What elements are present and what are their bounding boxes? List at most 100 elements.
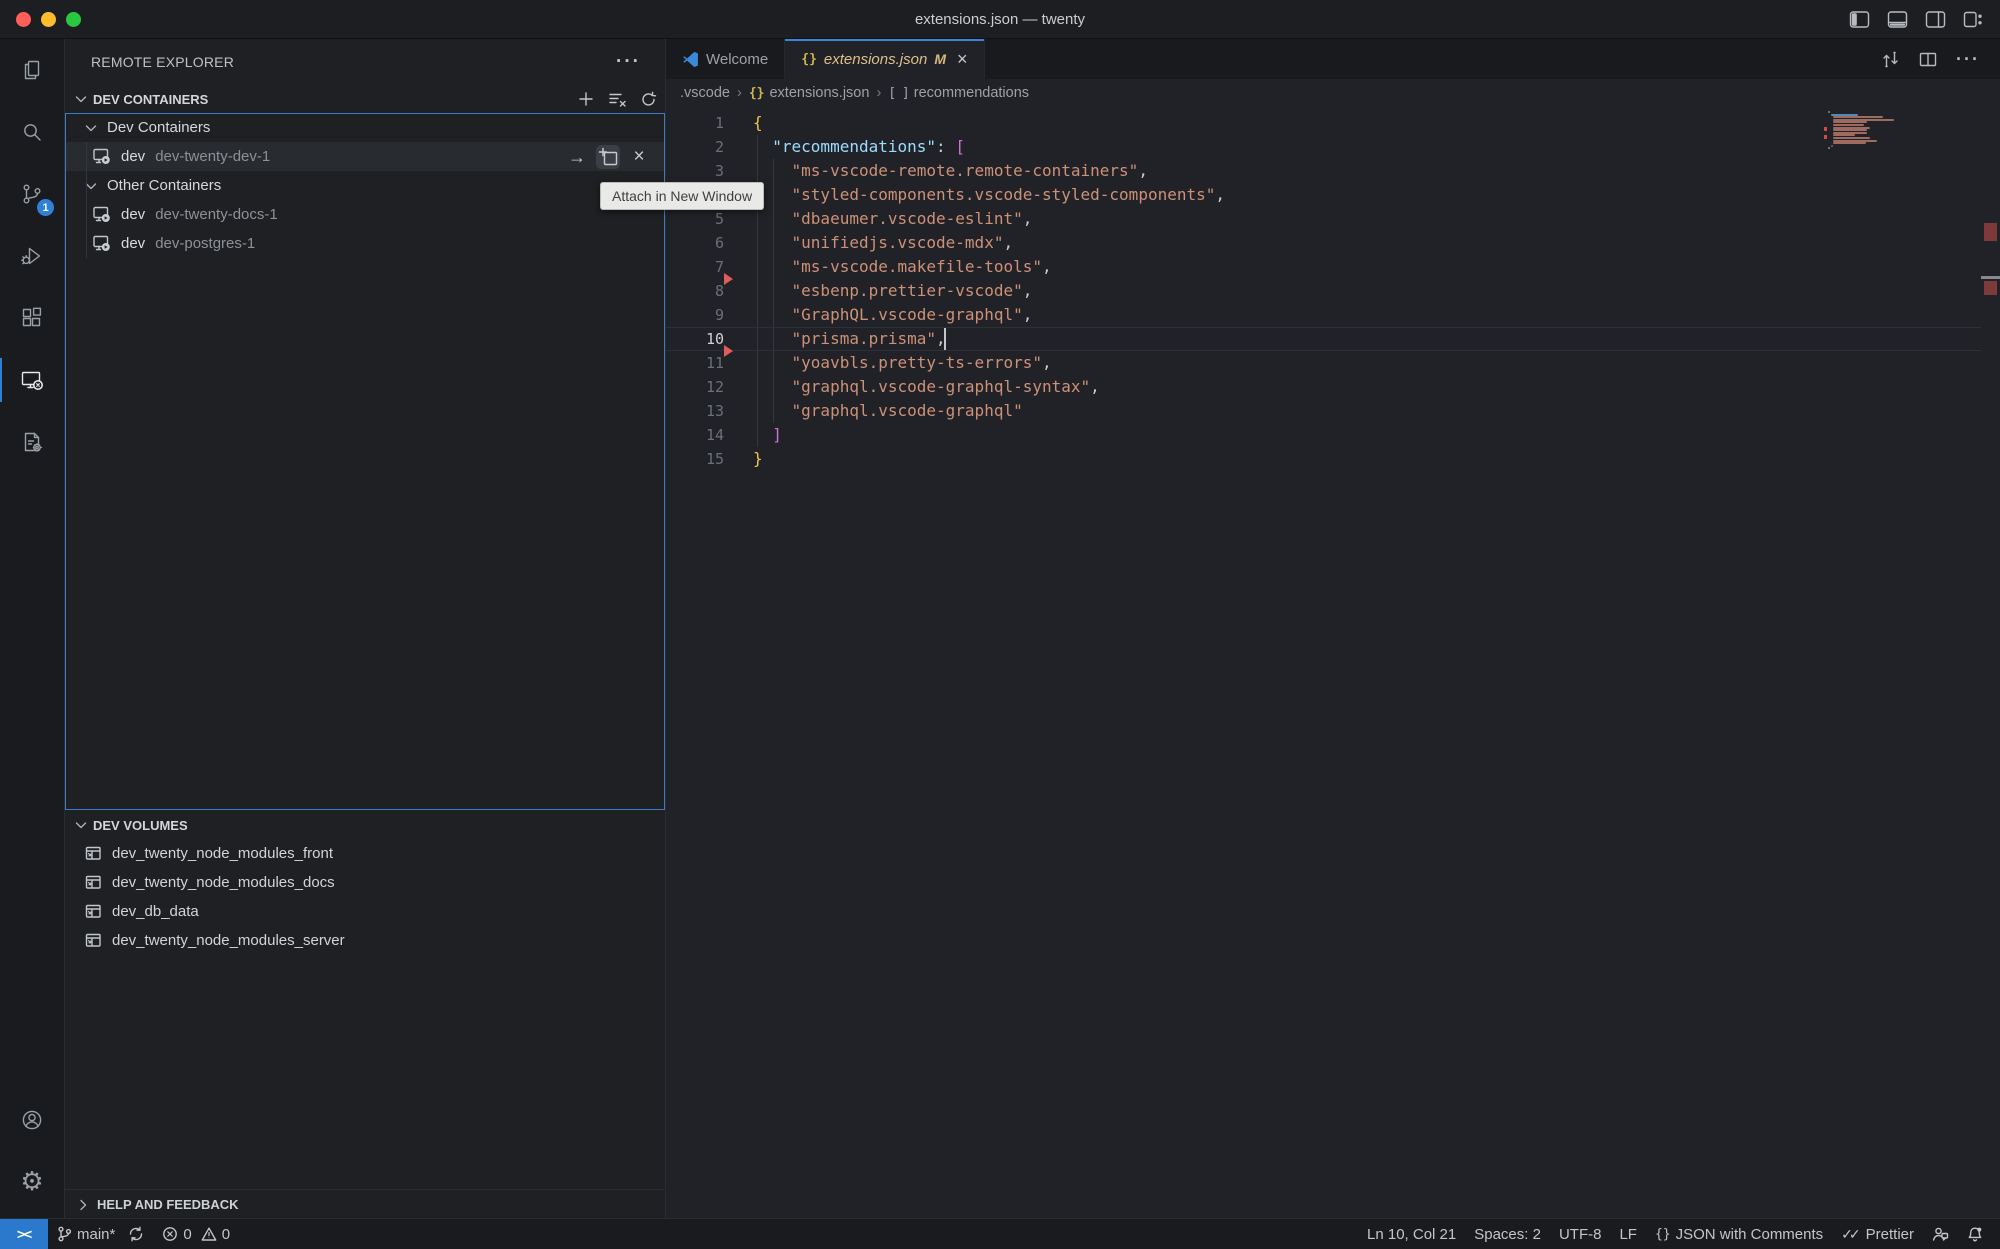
code-text: "graphql.vscode-graphql-syntax", xyxy=(753,375,1100,399)
status-encoding[interactable]: UTF-8 xyxy=(1550,1219,1611,1249)
container-name: dev xyxy=(121,235,145,252)
customize-layout-icon[interactable] xyxy=(1963,10,1984,29)
minimap-deleted-marker xyxy=(1824,135,1827,139)
error-icon xyxy=(162,1226,178,1242)
feedback-icon xyxy=(1932,1226,1949,1242)
toggle-panel-icon[interactable] xyxy=(1887,10,1908,29)
breadcrumb-item[interactable]: .vscode xyxy=(680,85,730,101)
activity-item-run-debug[interactable] xyxy=(0,225,64,287)
gear-icon: ⚙ xyxy=(20,1169,43,1195)
split-editor-icon[interactable] xyxy=(1919,51,1937,68)
line-number: 14 xyxy=(666,423,724,447)
refresh-icon[interactable] xyxy=(640,91,657,108)
breadcrumb-item[interactable]: {}extensions.json xyxy=(749,85,870,101)
volume-label: dev_twenty_node_modules_docs xyxy=(112,874,335,891)
container-description: dev-twenty-docs-1 xyxy=(155,206,278,223)
section-label: HELP AND FEEDBACK xyxy=(97,1197,239,1212)
status-label: Ln 10, Col 21 xyxy=(1367,1226,1456,1243)
gutter-marker-zone xyxy=(724,207,753,231)
volume-item-dev_twenty_node_modules_docs[interactable]: dev_twenty_node_modules_docs xyxy=(65,868,665,897)
activity-item-extensions[interactable] xyxy=(0,287,64,349)
tab-extensions-json[interactable]: {}extensions.jsonM× xyxy=(785,39,984,79)
activity-item-explorer[interactable] xyxy=(0,39,64,101)
json-braces-icon: {} xyxy=(749,86,765,101)
activity-item-dev-containers[interactable] xyxy=(0,411,64,473)
container-description: dev-postgres-1 xyxy=(155,235,255,252)
clear-list-icon[interactable] xyxy=(608,91,627,108)
toggle-secondary-sidebar-icon[interactable] xyxy=(1925,10,1946,29)
titlebar: extensions.json — twenty xyxy=(0,0,2000,39)
overview-ruler[interactable] xyxy=(1981,107,2000,1219)
toggle-primary-sidebar-icon[interactable] xyxy=(1849,10,1870,29)
activity-item-settings[interactable]: ⚙ xyxy=(0,1151,64,1213)
double-check-icon: ✓✓ xyxy=(1841,1226,1860,1243)
attach-new-window-icon[interactable] xyxy=(596,145,620,169)
container-item-dev-postgres-1[interactable]: dev dev-postgres-1 xyxy=(65,229,665,258)
sync-icon[interactable] xyxy=(128,1226,144,1242)
code-line-2: 2 "recommendations": [ xyxy=(666,135,2000,159)
add-container-icon[interactable] xyxy=(577,90,595,108)
overview-deleted-marker xyxy=(1984,223,1997,241)
more-actions-icon[interactable]: ··· xyxy=(1956,49,1980,70)
activity-item-remote-explorer[interactable] xyxy=(0,349,64,411)
branch-label: main* xyxy=(77,1226,115,1243)
sync-icon xyxy=(128,1226,144,1242)
files-icon xyxy=(20,58,44,82)
tab-welcome[interactable]: Welcome xyxy=(666,39,785,79)
gutter-marker-zone xyxy=(724,375,753,399)
tree-group-dev-containers[interactable]: Dev Containers xyxy=(65,113,665,142)
activity-item-search[interactable] xyxy=(0,101,64,163)
debug-icon xyxy=(20,244,44,268)
status-label: UTF-8 xyxy=(1559,1226,1602,1243)
volume-item-dev_twenty_node_modules_front[interactable]: dev_twenty_node_modules_front xyxy=(65,839,665,868)
volume-icon xyxy=(85,903,102,920)
status-notifications[interactable] xyxy=(1958,1219,1992,1249)
container-name: dev xyxy=(121,148,145,165)
attach-window-icon[interactable]: → xyxy=(565,145,589,169)
git-deleted-lines-marker[interactable] xyxy=(724,345,733,357)
git-deleted-lines-marker[interactable] xyxy=(724,273,733,285)
code-line-3: 3 "ms-vscode-remote.remote-containers", xyxy=(666,159,2000,183)
container-icon xyxy=(93,206,112,223)
section-dev-volumes[interactable]: DEV VOLUMES xyxy=(65,811,665,839)
container-item-dev-twenty-dev-1[interactable]: devdev-twenty-dev-1→× xyxy=(65,142,665,171)
gutter-marker-zone xyxy=(724,303,753,327)
activity-item-source-control[interactable]: 1 xyxy=(0,163,64,225)
status-formatter[interactable]: ✓✓Prettier xyxy=(1832,1219,1923,1249)
line-number: 13 xyxy=(666,399,724,423)
tab-bar: Welcome {}extensions.jsonM× ··· xyxy=(666,39,2000,79)
remote-indicator[interactable]: >< xyxy=(0,1219,48,1249)
tree-group-other-containers[interactable]: Other Containers xyxy=(65,171,665,200)
status-cursor-position[interactable]: Ln 10, Col 21 xyxy=(1358,1219,1465,1249)
breadcrumb-item[interactable]: [ ]recommendations xyxy=(888,85,1029,101)
breadcrumb: .vscode›{}extensions.json›[ ]recommendat… xyxy=(666,79,2000,107)
line-number: 5 xyxy=(666,207,724,231)
tab-label: Welcome xyxy=(706,51,768,68)
problems-status[interactable]: 0 0 xyxy=(153,1219,239,1249)
volume-item-dev_db_data[interactable]: dev_db_data xyxy=(65,897,665,926)
status-indentation[interactable]: Spaces: 2 xyxy=(1465,1219,1550,1249)
volume-icon xyxy=(85,932,102,949)
minimap[interactable] xyxy=(1824,111,1916,150)
compare-changes-icon[interactable] xyxy=(1881,51,1900,68)
section-help-and-feedback[interactable]: HELP AND FEEDBACK xyxy=(65,1189,665,1219)
more-actions-icon[interactable]: ··· xyxy=(616,39,641,85)
activity-item-accounts[interactable] xyxy=(0,1089,64,1151)
breadcrumb-label: recommendations xyxy=(914,85,1029,101)
status-language-mode[interactable]: {}JSON with Comments xyxy=(1646,1219,1832,1249)
container-item-dev-twenty-docs-1[interactable]: devdev-twenty-docs-1 xyxy=(65,200,665,229)
tooltip-text: Attach in New Window xyxy=(612,188,752,204)
status-feedback[interactable] xyxy=(1923,1219,1958,1249)
status-eol[interactable]: LF xyxy=(1610,1219,1646,1249)
close-tab-icon[interactable]: × xyxy=(957,49,968,70)
minimap-line xyxy=(1831,145,1833,147)
tab-label: extensions.json xyxy=(824,51,927,68)
text-cursor xyxy=(944,328,946,350)
code-line-11: 11 "yoavbls.pretty-ts-errors", xyxy=(666,351,2000,375)
section-dev-containers[interactable]: DEV CONTAINERS xyxy=(65,85,665,113)
branch-status[interactable]: main* xyxy=(48,1219,153,1249)
stop-container-icon[interactable]: × xyxy=(627,145,651,169)
code-editor[interactable]: 1{2 "recommendations": [3 "ms-vscode-rem… xyxy=(666,107,2000,1219)
chevron-down-icon xyxy=(73,91,89,107)
volume-item-dev_twenty_node_modules_server[interactable]: dev_twenty_node_modules_server xyxy=(65,926,665,955)
